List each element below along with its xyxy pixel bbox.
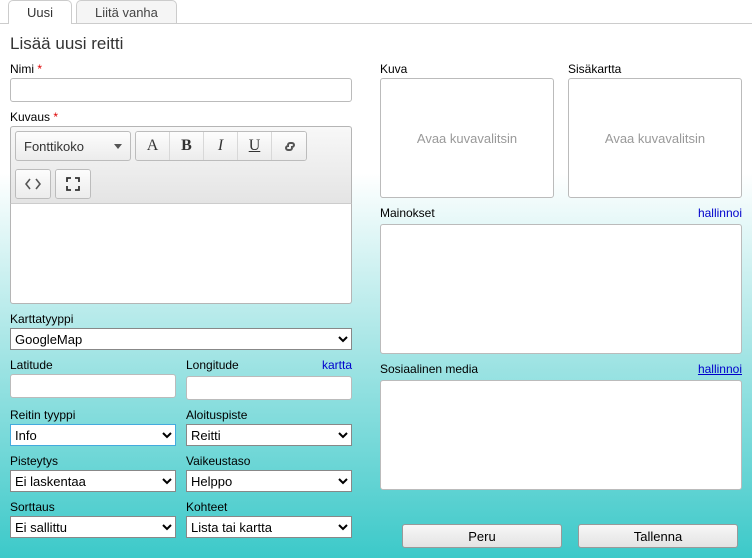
name-input[interactable] — [10, 78, 352, 102]
social-panel[interactable] — [380, 380, 742, 490]
scoring-select[interactable]: Ei laskentaa — [10, 470, 176, 492]
longitude-input[interactable] — [186, 376, 352, 400]
targets-label: Kohteet — [186, 500, 352, 514]
link-button[interactable] — [272, 132, 306, 160]
social-manage-link[interactable]: hallinnoi — [698, 362, 742, 376]
image-picker[interactable]: Avaa kuvavalitsin — [380, 78, 554, 198]
scoring-label: Pisteytys — [10, 454, 176, 468]
innermap-picker[interactable]: Avaa kuvavalitsin — [568, 78, 742, 198]
ads-label: Mainokset — [380, 206, 435, 220]
chevron-down-icon — [114, 144, 122, 149]
description-label: Kuvaus * — [10, 110, 352, 124]
bold-button[interactable]: B — [170, 132, 204, 160]
sorting-select[interactable]: Ei sallittu — [10, 516, 176, 538]
code-view-button[interactable] — [16, 170, 50, 198]
description-editor[interactable] — [10, 204, 352, 304]
maptype-label: Karttatyyppi — [10, 312, 352, 326]
font-family-button[interactable]: A — [136, 132, 170, 160]
cancel-button[interactable]: Peru — [402, 524, 562, 548]
map-link[interactable]: kartta — [322, 358, 352, 372]
underline-button[interactable]: U — [238, 132, 272, 160]
social-label: Sosiaalinen media — [380, 362, 478, 376]
targets-select[interactable]: Lista tai kartta — [186, 516, 352, 538]
page-title: Lisää uusi reitti — [10, 32, 742, 62]
italic-button[interactable]: I — [204, 132, 238, 160]
tab-new[interactable]: Uusi — [8, 0, 72, 24]
name-label: Nimi * — [10, 62, 352, 76]
routetype-select[interactable]: Info — [10, 424, 176, 446]
latitude-input[interactable] — [10, 374, 176, 398]
save-button[interactable]: Tallenna — [578, 524, 738, 548]
difficulty-select[interactable]: Helppo — [186, 470, 352, 492]
maptype-select[interactable]: GoogleMap — [10, 328, 352, 350]
fullscreen-button[interactable] — [56, 170, 90, 198]
tab-attach-old[interactable]: Liitä vanha — [76, 0, 177, 24]
longitude-label: Longitude — [186, 358, 239, 372]
ads-panel[interactable] — [380, 224, 742, 354]
font-size-dropdown[interactable]: Fonttikoko — [15, 131, 131, 161]
latitude-label: Latitude — [10, 358, 176, 372]
innermap-label: Sisäkartta — [568, 62, 742, 76]
sorting-label: Sorttaus — [10, 500, 176, 514]
startpoint-label: Aloituspiste — [186, 408, 352, 422]
difficulty-label: Vaikeustaso — [186, 454, 352, 468]
startpoint-select[interactable]: Reitti — [186, 424, 352, 446]
image-label: Kuva — [380, 62, 554, 76]
ads-manage-link[interactable]: hallinnoi — [698, 206, 742, 220]
editor-toolbar: Fonttikoko A B I U — [10, 126, 352, 204]
routetype-label: Reitin tyyppi — [10, 408, 176, 422]
